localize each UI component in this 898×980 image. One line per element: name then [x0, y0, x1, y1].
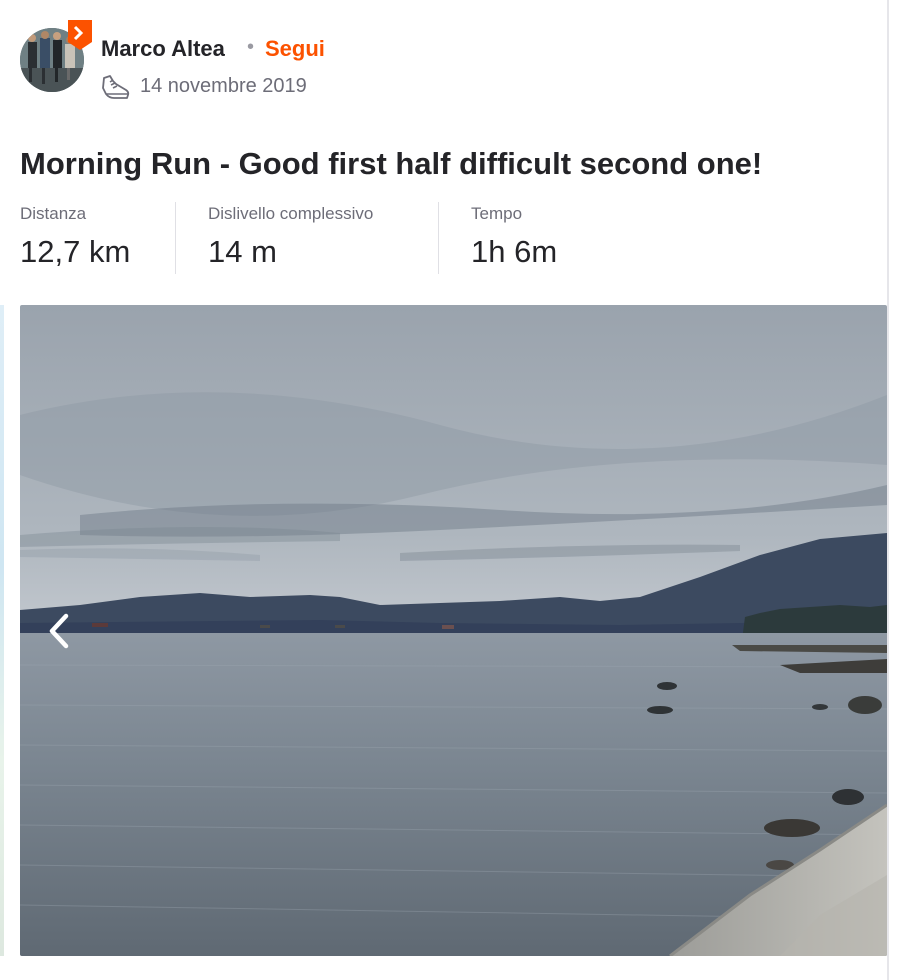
- stat-divider: [175, 202, 176, 274]
- subscriber-badge-icon: [68, 20, 92, 50]
- stat-label: Distanza: [20, 204, 87, 223]
- activity-date: 14 novembre 2019: [140, 75, 307, 97]
- stat-label: Tempo: [471, 204, 523, 223]
- stat-value: 12,7 km: [20, 234, 131, 269]
- athlete-name[interactable]: Marco Altea: [101, 36, 225, 62]
- stat-divider: [438, 202, 439, 274]
- adjacent-map-edge: [0, 305, 4, 956]
- separator-dot: •: [247, 36, 255, 58]
- follow-button[interactable]: Segui: [265, 36, 325, 62]
- activity-photo[interactable]: [20, 305, 887, 956]
- stat-value: 1h 6m: [471, 234, 558, 269]
- stat-distance: Distanza 12,7 km: [20, 204, 130, 270]
- activity-title[interactable]: Morning Run - Good first half difficult …: [20, 146, 762, 182]
- stat-label: Dislivello complessivo: [208, 204, 374, 223]
- stat-value: 14 m: [208, 234, 277, 269]
- scrollbar-gutter[interactable]: [889, 0, 898, 980]
- chevron-left-icon[interactable]: [40, 608, 80, 654]
- stat-time: Tempo 1h 6m: [471, 204, 557, 270]
- running-shoe-icon: [102, 75, 130, 99]
- stat-elevation: Dislivello complessivo 14 m: [208, 204, 373, 270]
